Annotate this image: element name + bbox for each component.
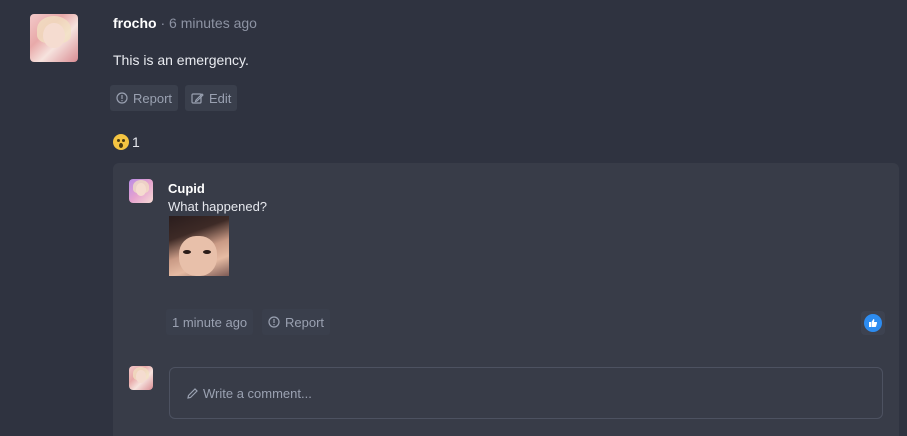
like-button[interactable] bbox=[861, 311, 885, 335]
reaction-count: 1 bbox=[132, 134, 140, 150]
post-author-name[interactable]: frocho bbox=[113, 15, 157, 31]
post-header: frocho · 6 minutes ago bbox=[113, 15, 257, 31]
post-body: This is an emergency. bbox=[113, 52, 249, 68]
report-icon bbox=[116, 92, 128, 104]
reply-author-name[interactable]: Cupid bbox=[168, 181, 205, 196]
reply-timestamp: 1 minute ago bbox=[172, 314, 248, 330]
post-timestamp[interactable]: 6 minutes ago bbox=[169, 15, 257, 31]
post-author-avatar[interactable] bbox=[30, 14, 78, 62]
current-user-avatar bbox=[129, 366, 153, 390]
reply-report-label: Report bbox=[285, 314, 325, 330]
report-label: Report bbox=[133, 90, 173, 106]
report-button[interactable]: Report bbox=[110, 85, 179, 111]
comment-input[interactable]: Write a comment... bbox=[169, 367, 883, 419]
post-separator: · bbox=[156, 15, 170, 31]
edit-label: Edit bbox=[209, 90, 232, 106]
thumbs-up-icon bbox=[864, 314, 882, 332]
reply-report-button[interactable]: Report bbox=[262, 309, 331, 335]
comment-placeholder: Write a comment... bbox=[203, 385, 312, 401]
report-icon bbox=[268, 316, 280, 328]
edit-icon bbox=[191, 92, 204, 104]
reply-body: What happened? bbox=[168, 199, 268, 214]
reply-timestamp-button[interactable]: 1 minute ago bbox=[166, 309, 254, 335]
reaction-flushed[interactable]: 1 bbox=[113, 134, 140, 150]
flushed-face-icon bbox=[113, 134, 129, 150]
reply-image[interactable] bbox=[169, 216, 229, 276]
reply-author-avatar[interactable] bbox=[129, 179, 153, 203]
pencil-icon bbox=[187, 387, 198, 399]
edit-button[interactable]: Edit bbox=[185, 85, 238, 111]
